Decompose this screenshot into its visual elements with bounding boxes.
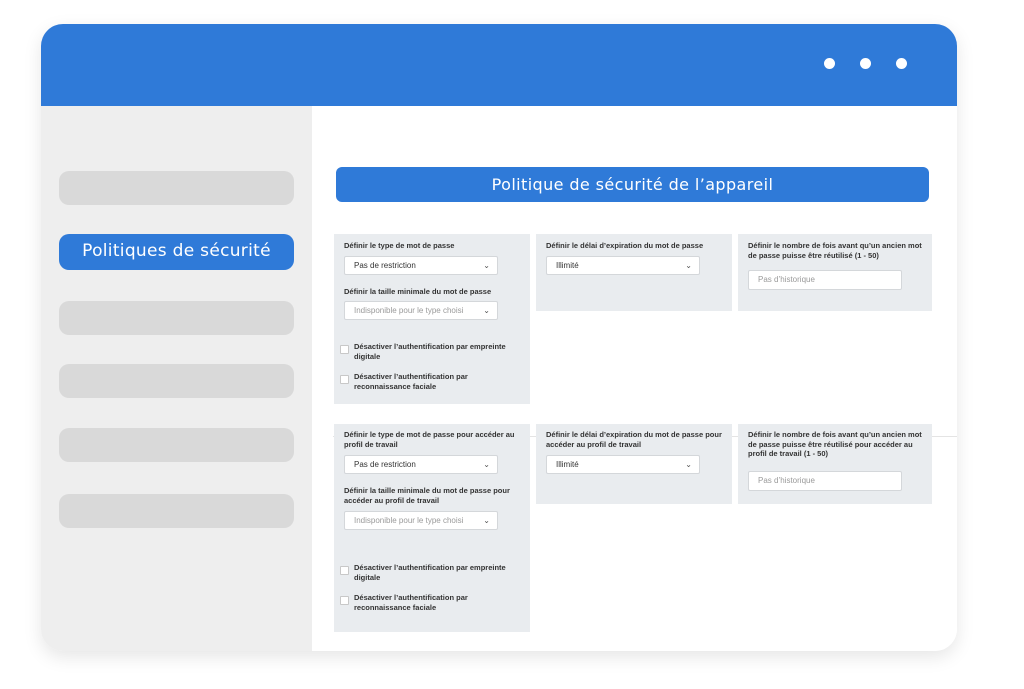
work-expiration-card: Définir le délai d’expiration du mot de … xyxy=(536,424,732,504)
work-history-card: Définir le nombre de fois avant qu’un an… xyxy=(738,424,932,504)
work-history-input[interactable]: Pas d’historique xyxy=(748,471,902,491)
sidebar-item-security-policies[interactable]: Politiques de sécurité xyxy=(59,234,294,270)
work-min-length-value: Indisponible pour le type choisi xyxy=(354,516,464,525)
page-title: Politique de sécurité de l’appareil xyxy=(336,167,929,202)
expiration-label: Définir le délai d’expiration du mot de … xyxy=(546,241,704,250)
sidebar: Politiques de sécurité xyxy=(41,106,312,651)
window-menu-dots-icon[interactable] xyxy=(824,58,907,69)
work-password-type-select[interactable]: Pas de restriction ⌄ xyxy=(344,455,498,474)
dot-icon xyxy=(824,58,835,69)
work-min-length-select[interactable]: Indisponible pour le type choisi ⌄ xyxy=(344,511,498,530)
dot-icon xyxy=(860,58,871,69)
window-titlebar xyxy=(41,24,957,106)
work-expiration-value: Illimité xyxy=(556,460,579,469)
password-type-select[interactable]: Pas de restriction ⌄ xyxy=(344,256,498,275)
chevron-down-icon: ⌄ xyxy=(483,516,490,525)
work-history-label: Définir le nombre de fois avant qu’un an… xyxy=(748,430,922,458)
work-expiration-select[interactable]: Illimité ⌄ xyxy=(546,455,700,474)
min-length-select[interactable]: Indisponible pour le type choisi ⌄ xyxy=(344,301,498,320)
work-disable-fingerprint-label: Désactiver l’authentification par emprei… xyxy=(354,563,506,582)
sidebar-item-placeholder-4[interactable] xyxy=(59,428,294,462)
chevron-down-icon: ⌄ xyxy=(685,460,692,469)
dot-icon xyxy=(896,58,907,69)
min-length-label: Définir la taille minimale du mot de pas… xyxy=(344,287,492,296)
app-window: Politiques de sécurité Politique de sécu… xyxy=(41,24,957,651)
chevron-down-icon: ⌄ xyxy=(483,460,490,469)
sidebar-item-placeholder-5[interactable] xyxy=(59,494,294,528)
device-expiration-card: Définir le délai d’expiration du mot de … xyxy=(536,234,732,311)
chevron-down-icon: ⌄ xyxy=(685,261,692,270)
disable-face-label: Désactiver l’authentification par reconn… xyxy=(354,372,468,391)
disable-fingerprint-label: Désactiver l’authentification par emprei… xyxy=(354,342,506,361)
disable-fingerprint-checkbox[interactable] xyxy=(340,345,349,354)
work-password-type-label: Définir le type de mot de passe pour acc… xyxy=(344,430,515,449)
work-expiration-label: Définir le délai d’expiration du mot de … xyxy=(546,430,722,449)
work-min-length-label: Définir la taille minimale du mot de pas… xyxy=(344,486,510,505)
history-label: Définir le nombre de fois avant qu’un an… xyxy=(748,241,922,260)
chevron-down-icon: ⌄ xyxy=(483,306,490,315)
device-password-card: Définir le type de mot de passe Pas de r… xyxy=(334,234,530,404)
history-input[interactable]: Pas d’historique xyxy=(748,270,902,290)
work-disable-face-checkbox[interactable] xyxy=(340,596,349,605)
password-type-value: Pas de restriction xyxy=(354,261,416,270)
work-disable-face-label: Désactiver l’authentification par reconn… xyxy=(354,593,468,612)
main-content: Politique de sécurité de l’appareil Défi… xyxy=(312,106,957,651)
min-length-value: Indisponible pour le type choisi xyxy=(354,306,464,315)
sidebar-item-placeholder-1[interactable] xyxy=(59,171,294,205)
work-disable-fingerprint-checkbox[interactable] xyxy=(340,566,349,575)
chevron-down-icon: ⌄ xyxy=(483,261,490,270)
device-history-card: Définir le nombre de fois avant qu’un an… xyxy=(738,234,932,311)
expiration-select[interactable]: Illimité ⌄ xyxy=(546,256,700,275)
expiration-value: Illimité xyxy=(556,261,579,270)
work-password-type-value: Pas de restriction xyxy=(354,460,416,469)
sidebar-item-placeholder-3[interactable] xyxy=(59,364,294,398)
sidebar-item-placeholder-2[interactable] xyxy=(59,301,294,335)
work-password-card: Définir le type de mot de passe pour acc… xyxy=(334,424,530,632)
disable-face-checkbox[interactable] xyxy=(340,375,349,384)
password-type-label: Définir le type de mot de passe xyxy=(344,241,455,250)
